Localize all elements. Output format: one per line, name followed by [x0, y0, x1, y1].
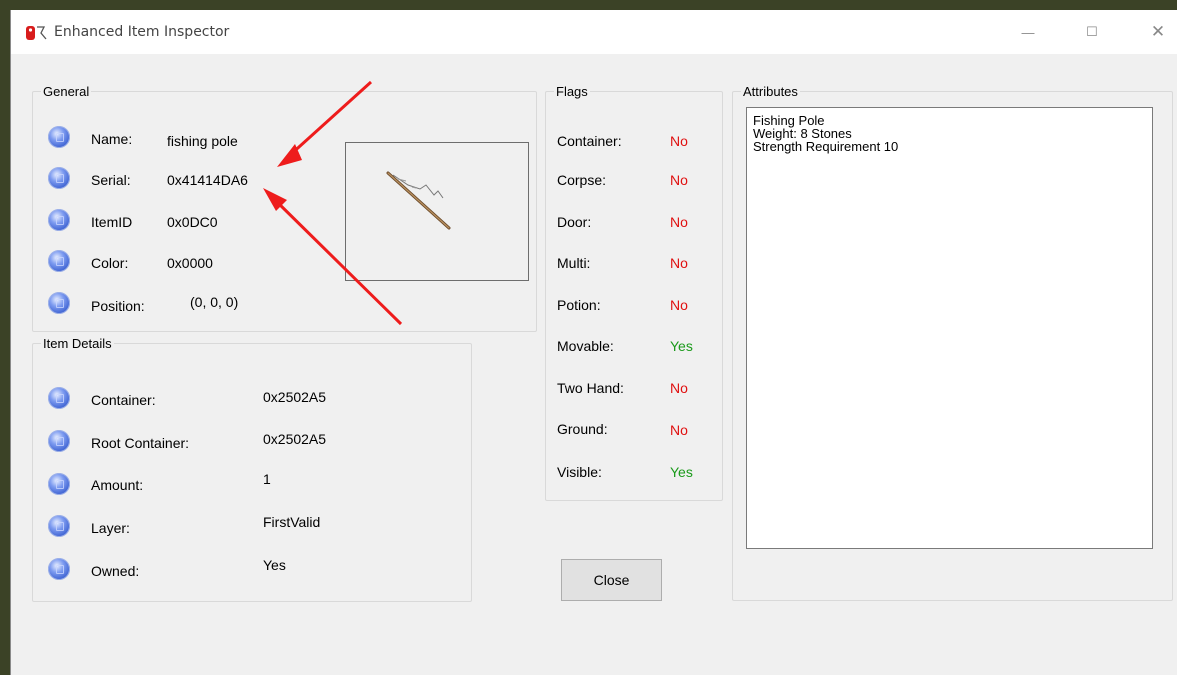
- general-group: General Name: fishing pole Serial: 0x414…: [32, 84, 537, 332]
- color-value: 0x0000: [167, 255, 213, 271]
- attributes-textbox[interactable]: Fishing Pole Weight: 8 Stones Strength R…: [746, 107, 1153, 549]
- info-orb-icon: [48, 558, 70, 580]
- flag-container-value: No: [670, 133, 688, 149]
- flag-potion-value: No: [670, 297, 688, 313]
- serial-value: 0x41414DA6: [167, 172, 248, 188]
- fishing-pole-icon: [386, 171, 451, 230]
- info-orb-icon: [48, 515, 70, 537]
- position-value: (0, 0, 0): [190, 294, 239, 310]
- flag-corpse-value: No: [670, 172, 688, 188]
- flag-multi-value: No: [670, 255, 688, 271]
- name-label: Name:: [91, 131, 133, 147]
- flag-container-label: Container:: [557, 133, 622, 149]
- attribute-line: Fishing Pole: [753, 113, 825, 128]
- flag-potion-label: Potion:: [557, 297, 601, 313]
- flag-two-hand-value: No: [670, 380, 688, 396]
- maximize-button[interactable]: ☐: [1070, 10, 1114, 54]
- info-orb-icon: [48, 292, 70, 314]
- title-bar: Enhanced Item Inspector — ☐ ✕: [11, 10, 1177, 54]
- flag-ground-value: No: [670, 422, 688, 438]
- general-group-label: General: [41, 84, 92, 99]
- color-label: Color:: [91, 255, 129, 271]
- owned-label: Owned:: [91, 563, 140, 579]
- item-details-group: Item Details Container: 0x2502A5 Root Co…: [32, 336, 472, 602]
- root-container-label: Root Container:: [91, 435, 190, 451]
- inspector-window: Enhanced Item Inspector — ☐ ✕ General Na…: [10, 10, 1177, 675]
- flag-two-hand-label: Two Hand:: [557, 380, 624, 396]
- itemid-label: ItemID: [91, 214, 133, 230]
- flag-visible-value: Yes: [670, 464, 693, 480]
- position-label: Position:: [91, 298, 145, 314]
- flags-group-label: Flags: [554, 84, 590, 99]
- attributes-group-label: Attributes: [741, 84, 800, 99]
- close-window-button[interactable]: ✕: [1136, 10, 1177, 54]
- close-button[interactable]: Close: [561, 559, 662, 601]
- info-orb-icon: [48, 250, 70, 272]
- container-value: 0x2502A5: [263, 389, 327, 405]
- app-icon: [26, 26, 47, 40]
- window-content: General Name: fishing pole Serial: 0x414…: [11, 54, 1177, 675]
- info-orb-icon: [48, 126, 70, 148]
- info-orb-icon: [48, 387, 70, 409]
- flag-movable-value: Yes: [670, 338, 693, 354]
- root-container-value: 0x2502A5: [263, 431, 327, 447]
- flag-multi-label: Multi:: [557, 255, 591, 271]
- flag-movable-label: Movable:: [557, 338, 614, 354]
- container-label: Container:: [91, 392, 156, 408]
- owned-value: Yes: [263, 557, 286, 573]
- amount-label: Amount:: [91, 477, 144, 493]
- item-preview: [345, 142, 529, 281]
- itemid-value: 0x0DC0: [167, 214, 218, 230]
- layer-label: Layer:: [91, 520, 130, 536]
- attributes-group: Attributes Fishing Pole Weight: 8 Stones…: [732, 84, 1173, 601]
- flag-visible-label: Visible:: [557, 464, 602, 480]
- info-orb-icon: [48, 209, 70, 231]
- flags-group: Flags Container: No Corpse: No Door: No …: [545, 84, 723, 501]
- amount-value: 1: [263, 471, 271, 487]
- layer-value: FirstValid: [263, 514, 321, 530]
- flag-door-label: Door:: [557, 214, 592, 230]
- info-orb-icon: [48, 167, 70, 189]
- minimize-button[interactable]: —: [1006, 10, 1050, 54]
- info-orb-icon: [48, 430, 70, 452]
- item-details-group-label: Item Details: [41, 336, 114, 351]
- flag-corpse-label: Corpse:: [557, 172, 607, 188]
- window-title: Enhanced Item Inspector: [54, 24, 230, 40]
- info-orb-icon: [48, 473, 70, 495]
- serial-label: Serial:: [91, 172, 131, 188]
- flag-ground-label: Ground:: [557, 421, 608, 437]
- flag-door-value: No: [670, 214, 688, 230]
- name-value: fishing pole: [167, 133, 238, 149]
- attribute-line: Strength Requirement 10: [753, 139, 899, 154]
